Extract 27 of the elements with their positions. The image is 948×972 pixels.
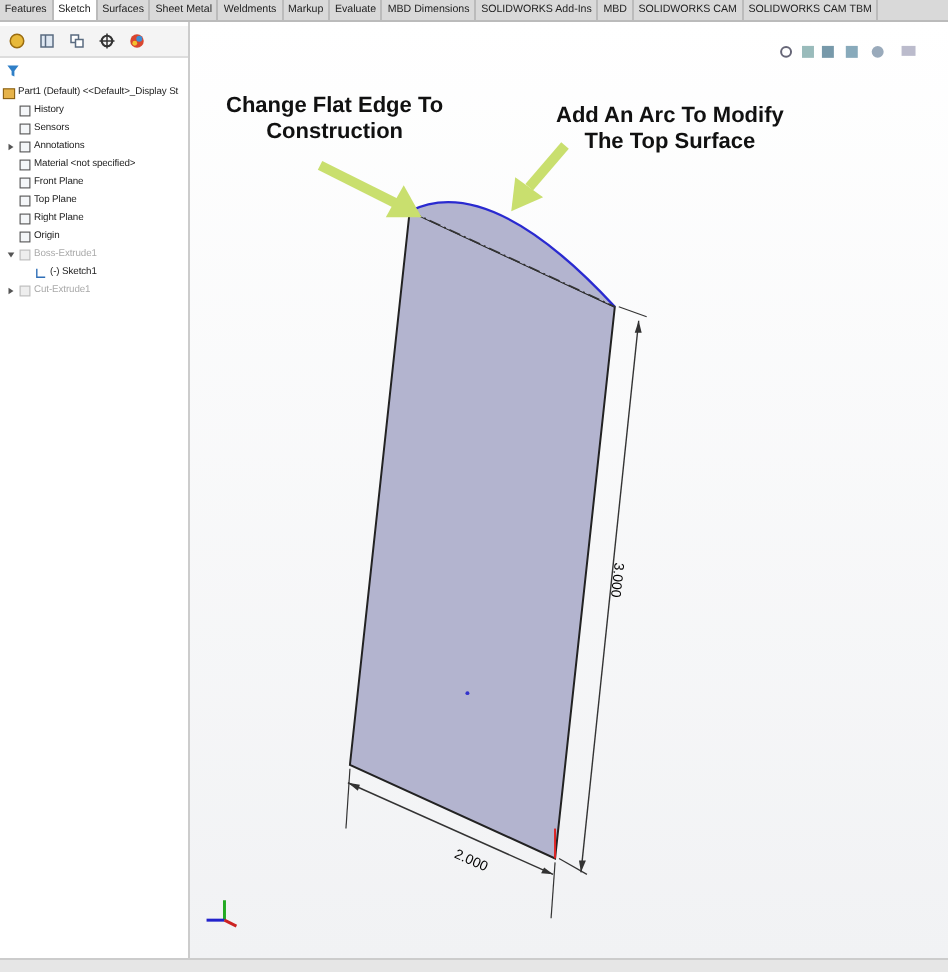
callout-arrow	[317, 160, 422, 218]
tree-node-icon	[18, 284, 32, 298]
tree-node-icon	[18, 158, 32, 172]
axis-triad-icon	[206, 900, 238, 928]
tree-node-icon	[18, 248, 32, 262]
crosshair-icon[interactable]	[98, 32, 116, 50]
configuration-tab-icon[interactable]	[68, 32, 86, 50]
sketch-icon	[34, 266, 48, 280]
selected-edge-mark	[554, 827, 557, 860]
tree-node-icon	[18, 140, 32, 154]
tree-node-icon	[18, 194, 32, 208]
tree-node-icon	[18, 212, 32, 226]
expand-arrow-icon[interactable]	[5, 142, 15, 152]
appearance-ball-icon[interactable]	[128, 32, 146, 50]
part-icon	[2, 86, 16, 100]
origin-point	[465, 691, 470, 696]
callout-arrow	[511, 142, 569, 212]
tree-node-icon	[18, 122, 32, 136]
property-tab-icon[interactable]	[38, 32, 56, 50]
tree-node-icon	[18, 104, 32, 118]
callout-label: Add An Arc To Modify The Top Surface	[556, 104, 784, 156]
callout-label: Change Flat Edge To Construction	[226, 94, 444, 146]
tree-node-icon	[18, 176, 32, 190]
view-toolbar-drawing[interactable]	[780, 45, 916, 58]
feature-tree-tab-icon[interactable]	[8, 32, 26, 50]
tree-node-icon	[18, 230, 32, 244]
filter-icon[interactable]	[6, 64, 20, 78]
